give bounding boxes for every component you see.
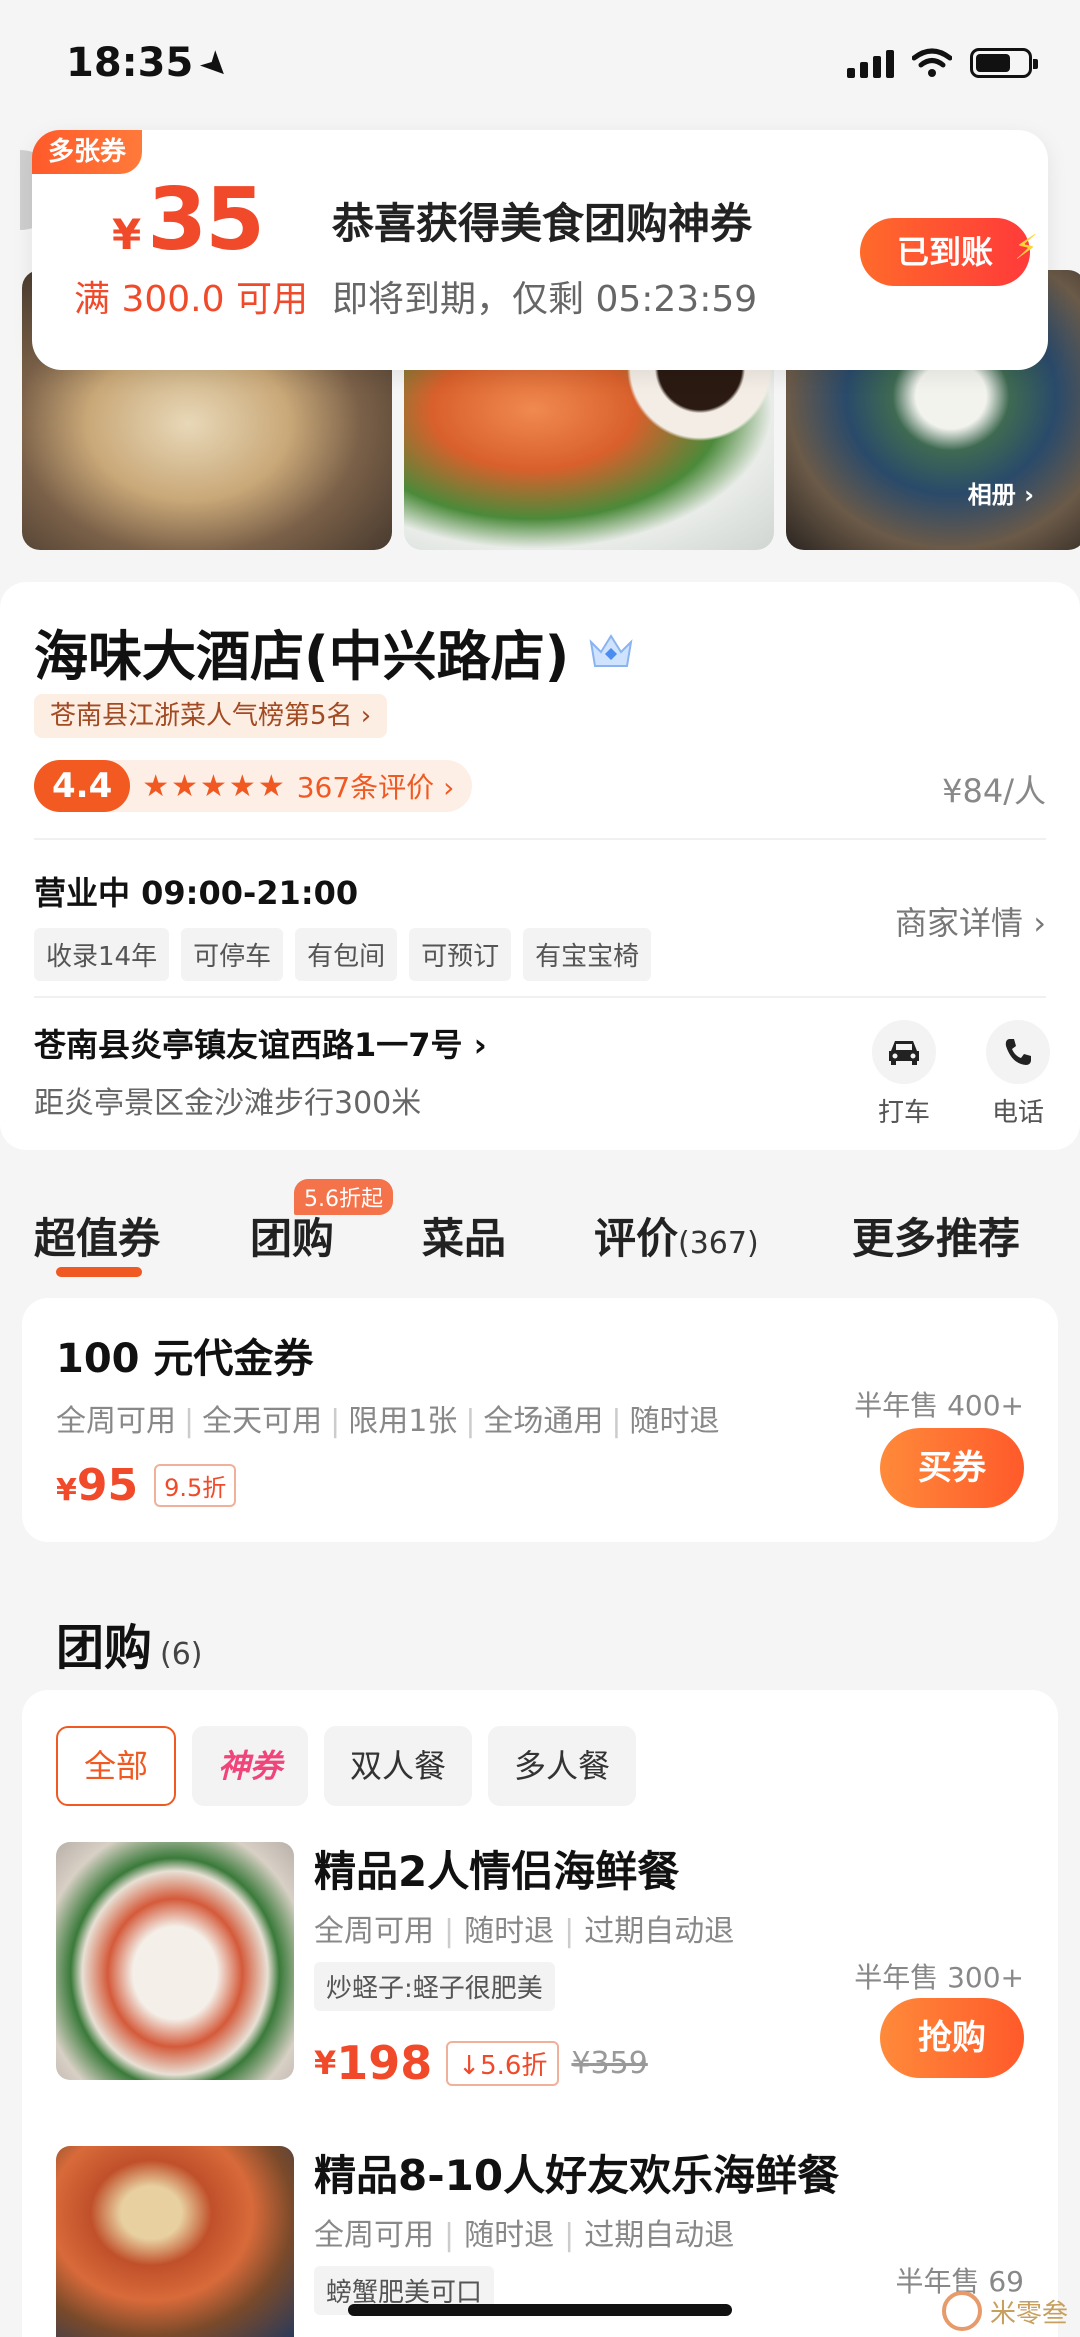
voucher-rule: 限用1张: [348, 1396, 483, 1440]
lightning-icon: ⚡: [1014, 228, 1038, 268]
review-count-link[interactable]: 367条评价 ›: [297, 766, 455, 806]
filter-two-person[interactable]: 双人餐: [324, 1726, 473, 1806]
rating-summary[interactable]: 4.4 ★★★★★ 367条评价 ›: [34, 760, 473, 812]
buy-voucher-button[interactable]: 买券: [880, 1428, 1024, 1508]
deal-discount-tag: ↓5.6折: [446, 2040, 560, 2086]
tab-reviews[interactable]: 评价(367): [594, 1205, 759, 1266]
tab-vouchers[interactable]: 超值券: [34, 1205, 160, 1266]
tab-dishes[interactable]: 菜品: [422, 1205, 506, 1266]
deal-image[interactable]: [56, 1842, 294, 2080]
facility-tag: 可停车: [181, 928, 284, 981]
ranking-tag[interactable]: 苍南县江浙菜人气榜第5名 ›: [34, 694, 388, 738]
deal-original-price: ¥359: [571, 2045, 648, 2081]
section-tabs: 超值券 团购 5.6折起 菜品 评价(367) 更多推荐: [34, 1179, 1046, 1277]
coupon-amount: ¥ 35: [112, 170, 265, 270]
star-rating-icon: ★★★★★: [142, 768, 287, 804]
facility-tag: 有包间: [295, 928, 398, 981]
coupon-value: 35: [147, 170, 265, 270]
filter-multi-person[interactable]: 多人餐: [488, 1726, 637, 1806]
album-link[interactable]: 相册 ›: [968, 475, 1034, 510]
phone-button[interactable]: 电话: [986, 1020, 1050, 1129]
voucher-rule: 全周可用: [56, 1396, 202, 1440]
coupon-condition: 满 300.0 可用: [74, 279, 308, 320]
shop-address[interactable]: 苍南县炎亭镇友谊西路1一7号 ›: [34, 1020, 487, 1066]
battery-icon: [970, 48, 1038, 78]
status-time: 18:35➤: [66, 40, 240, 90]
signal-icon: [847, 48, 894, 78]
voucher-price: ¥95 9.5折: [56, 1460, 237, 1511]
facility-tag: 有宝宝椅: [523, 928, 652, 981]
business-hours: 营业中 09:00-21:00: [34, 874, 359, 912]
rating-score: 4.4: [34, 760, 131, 812]
watermark-logo-icon: [941, 2291, 982, 2331]
coupon-expiry: 即将到期，仅剩 05:23:59: [332, 279, 758, 320]
shop-name: 海味大酒店(中兴路店): [34, 612, 635, 691]
voucher-rule: 全场通用: [483, 1396, 629, 1440]
price-per-person: ¥84/人: [942, 772, 1046, 810]
status-icons: [847, 48, 1038, 78]
filter-all[interactable]: 全部: [56, 1726, 177, 1806]
grab-deal-button[interactable]: 抢购: [880, 1998, 1024, 2078]
home-indicator[interactable]: [348, 2304, 732, 2316]
voucher-rule: 全天可用: [202, 1396, 348, 1440]
voucher-discount-tag: 9.5折: [154, 1464, 237, 1507]
multi-coupon-badge: 多张券: [32, 130, 143, 174]
car-icon: [872, 1020, 936, 1084]
deal-review-tag: 炒蛏子:蛏子很肥美: [314, 1962, 555, 2011]
group-filters: 全部 神券 双人餐 多人餐: [56, 1726, 637, 1806]
taxi-label: 打车: [877, 1098, 930, 1128]
voucher-rule: 随时退: [629, 1404, 720, 1439]
deal-rules: 全周可用 随时退 过期自动退: [314, 1906, 734, 1950]
deal-sales: 半年售 300+: [854, 1961, 1024, 1994]
deal-image[interactable]: [56, 2146, 294, 2337]
divider: [34, 838, 1046, 840]
filter-super-coupon[interactable]: 神券: [192, 1726, 309, 1806]
deal-price: ¥198 ↓5.6折 ¥359: [314, 2036, 648, 2090]
currency-symbol: ¥: [112, 210, 142, 259]
deal-title[interactable]: 精品8-10人好友欢乐海鲜餐: [314, 2142, 839, 2203]
group-buy-heading: 团购 (6): [56, 1620, 203, 1676]
deal-title[interactable]: 精品2人情侣海鲜餐: [314, 1838, 679, 1899]
facility-tags: 收录14年 可停车 有包间 可预订 有宝宝椅: [34, 928, 652, 981]
facility-tag: 可预订: [409, 928, 512, 981]
coupon-arrived-button[interactable]: 已到账 ⚡: [860, 218, 1038, 286]
tab-more[interactable]: 更多推荐: [852, 1205, 1020, 1266]
facility-tag: 收录14年: [34, 928, 170, 981]
tab-review-count: (367): [678, 1226, 759, 1261]
wifi-icon: [912, 48, 952, 77]
active-tab-indicator: [56, 1267, 142, 1277]
voucher-sales: 半年售 400+: [854, 1389, 1024, 1422]
phone-label: 电话: [991, 1098, 1044, 1128]
coupon-title: 恭喜获得美食团购神券: [332, 199, 753, 248]
merchant-detail-link[interactable]: 商家详情 ›: [895, 898, 1046, 944]
distance-info: 距炎亭景区金沙滩步行300米: [34, 1086, 422, 1121]
taxi-button[interactable]: 打车: [872, 1020, 936, 1129]
coupon-banner[interactable]: 多张券 ¥ 35 满 300.0 可用 恭喜获得美食团购神券 即将到期，仅剩 0…: [32, 130, 1048, 370]
voucher-rules: 全周可用 全天可用 限用1张 全场通用 随时退: [56, 1396, 720, 1440]
location-arrow-icon: ➤: [191, 40, 240, 90]
phone-icon: [986, 1020, 1050, 1084]
crown-icon: [589, 633, 633, 667]
divider: [34, 996, 1046, 998]
tab-discount-badge: 5.6折起: [294, 1179, 393, 1215]
deal-rules: 全周可用 随时退 过期自动退: [314, 2210, 734, 2254]
voucher-title: 100 元代金券: [56, 1336, 314, 1382]
watermark: 米零叁: [941, 2291, 1068, 2331]
